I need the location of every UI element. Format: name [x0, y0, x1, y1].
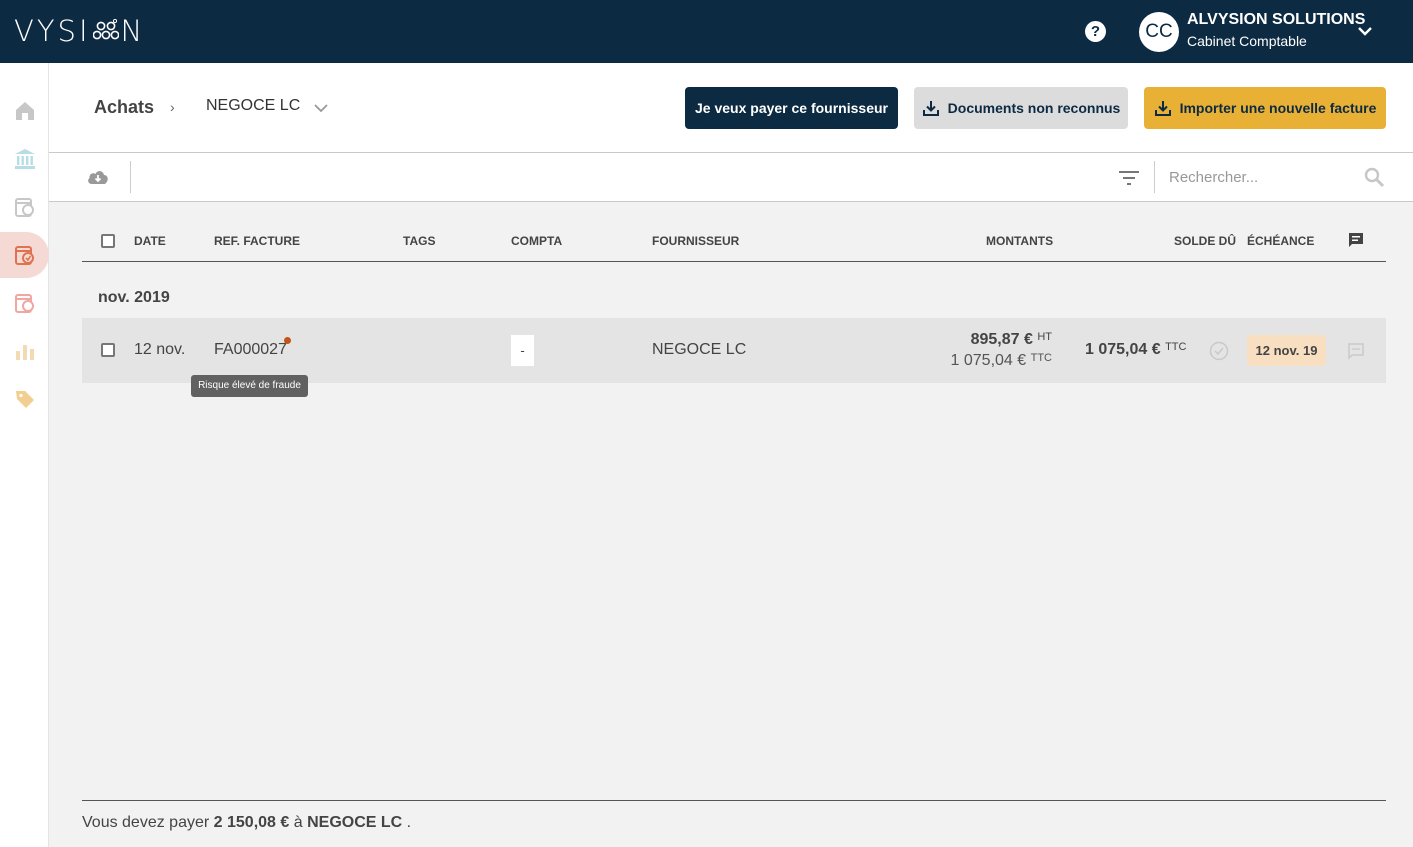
sales-invoice-icon: [14, 198, 34, 217]
row-amount-ttc: 1 075,04 € TTC: [951, 352, 1052, 370]
payment-summary: Vous devez payer 2 150,08 € à NEGOCE LC …: [82, 814, 411, 832]
balance-unit: TTC: [1165, 341, 1187, 353]
toolbar-divider: [130, 161, 131, 193]
sidebar: [0, 63, 49, 847]
amount-ht-unit: HT: [1037, 331, 1052, 343]
top-bar: VYSI N ? CC ALVYSION SOLUTIONS Cabinet C…: [0, 0, 1413, 63]
supplier-chevron-down-icon[interactable]: [313, 101, 329, 115]
purchase-invoice-icon: [14, 246, 34, 265]
breadcrumb-root[interactable]: Achats: [94, 97, 154, 118]
pay-supplier-label: Je veux payer ce fournisseur: [695, 100, 888, 116]
paid-check-icon[interactable]: [1209, 341, 1229, 361]
sidebar-item-purchases[interactable]: [0, 232, 49, 278]
row-ref[interactable]: FA000027: [214, 341, 287, 359]
column-balance[interactable]: SOLDE DÛ: [1174, 234, 1236, 248]
group-label: nov. 2019: [98, 289, 170, 306]
row-supplier: NEGOCE LC: [652, 341, 747, 358]
fraud-tooltip: Risque élevé de fraude: [191, 375, 308, 397]
sidebar-item-home[interactable]: [0, 88, 49, 134]
page-header: Achats › NEGOCE LC Je veux payer ce four…: [49, 63, 1413, 153]
tag-icon: [15, 391, 34, 408]
bank-icon: [14, 149, 35, 169]
company-name[interactable]: ALVYSION SOLUTIONS: [1187, 11, 1365, 29]
breadcrumb-separator: ›: [170, 99, 175, 115]
column-amounts[interactable]: MONTANTS: [986, 234, 1053, 248]
summary-middle: à: [293, 814, 303, 831]
vysion-logo[interactable]: VYSI N: [14, 14, 145, 48]
table-header: DATE REF. FACTURE TAGS COMPTA FOURNISSEU…: [82, 225, 1386, 262]
help-icon[interactable]: ?: [1085, 21, 1106, 42]
download-icon: [922, 101, 939, 116]
row-date: 12 nov.: [134, 341, 186, 358]
logo-text-right: N: [120, 14, 146, 48]
summary-supplier: NEGOCE LC: [307, 814, 403, 831]
sidebar-item-sales[interactable]: [0, 184, 49, 230]
home-icon: [15, 102, 34, 120]
toolbar: [49, 153, 1413, 202]
amount-ttc-value: 1 075,04 €: [950, 352, 1027, 369]
row-balance: 1 075,04 € TTC: [1085, 341, 1186, 359]
breadcrumb-current[interactable]: NEGOCE LC: [206, 97, 300, 115]
column-date[interactable]: DATE: [134, 234, 166, 248]
search-input[interactable]: [1169, 163, 1349, 191]
column-due[interactable]: ÉCHÉANCE: [1247, 234, 1314, 248]
column-compta: COMPTA: [511, 234, 563, 248]
pay-supplier-button[interactable]: Je veux payer ce fournisseur: [685, 87, 898, 129]
cloud-download-icon[interactable]: [86, 167, 110, 187]
filter-icon[interactable]: [1118, 169, 1140, 187]
column-ref[interactable]: REF. FACTURE: [214, 234, 300, 248]
sidebar-item-expenses[interactable]: [0, 280, 49, 326]
unrecognized-documents-button[interactable]: Documents non reconnus: [914, 87, 1128, 129]
column-tags: TAGS: [403, 234, 436, 248]
download-icon: [1154, 101, 1171, 116]
table-row[interactable]: 12 nov. FA000027 - NEGOCE LC 895,87 € HT…: [82, 318, 1386, 383]
fraud-risk-indicator[interactable]: [284, 337, 291, 344]
logo-text-left: VYSI: [14, 14, 91, 48]
chevron-down-icon[interactable]: [1356, 22, 1374, 40]
row-checkbox[interactable]: [101, 343, 115, 357]
logo-dots-icon: [92, 19, 119, 40]
row-comment-icon[interactable]: [1347, 342, 1365, 360]
row-due-date: 12 nov. 19: [1247, 335, 1326, 366]
amount-ttc-unit: TTC: [1030, 352, 1052, 364]
import-invoice-label: Importer une nouvelle facture: [1179, 100, 1377, 116]
column-supplier[interactable]: FOURNISSEUR: [652, 234, 739, 248]
expense-icon: [14, 294, 34, 313]
analytics-icon: [15, 345, 34, 360]
row-compta[interactable]: -: [511, 335, 534, 366]
avatar[interactable]: CC: [1139, 12, 1179, 52]
import-invoice-button[interactable]: Importer une nouvelle facture: [1144, 87, 1386, 129]
search-divider: [1154, 161, 1155, 193]
sidebar-item-bank[interactable]: [0, 136, 49, 182]
summary-suffix: .: [406, 814, 412, 831]
footer-divider: [82, 800, 1386, 801]
select-all-checkbox[interactable]: [101, 234, 115, 248]
summary-amount: 2 150,08 €: [213, 814, 290, 831]
row-amount-ht: 895,87 € HT: [971, 331, 1052, 349]
company-role: Cabinet Comptable: [1187, 33, 1307, 49]
comment-icon: [1349, 233, 1363, 247]
summary-prefix: Vous devez payer: [82, 814, 210, 831]
amount-ht-value: 895,87 €: [970, 331, 1033, 348]
search-icon[interactable]: [1363, 166, 1385, 188]
unrecognized-documents-label: Documents non reconnus: [947, 100, 1121, 116]
balance-value: 1 075,04 €: [1085, 341, 1161, 358]
sidebar-item-tags[interactable]: [0, 376, 49, 422]
sidebar-item-analytics[interactable]: [0, 328, 49, 374]
